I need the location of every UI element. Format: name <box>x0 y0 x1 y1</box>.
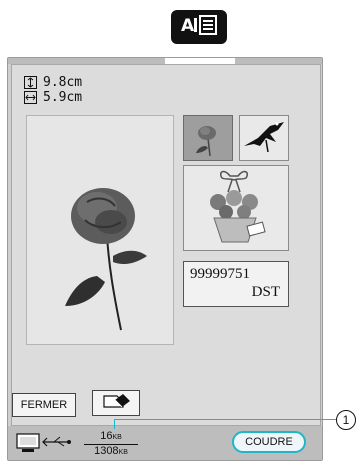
bird-thumbnail-icon <box>240 122 288 164</box>
file-info: 99999751 DST <box>183 261 289 307</box>
height-row: 9.8cm <box>24 75 82 90</box>
thumbnail-rose[interactable] <box>183 115 233 161</box>
callout-number: 1 <box>336 410 356 430</box>
callout-tick <box>114 419 115 429</box>
svg-text:A: A <box>181 16 195 36</box>
callout-line <box>114 419 336 420</box>
file-format: DST <box>251 284 280 300</box>
sew-button-label: COUDRE <box>245 436 293 448</box>
width-value: 5.9cm <box>43 90 83 105</box>
close-button-label: FERMER <box>20 399 68 411</box>
design-dimensions: 9.8cm 5.9cm <box>24 75 82 105</box>
vertical-size-icon <box>24 76 37 89</box>
rose-preview-icon <box>27 188 173 348</box>
close-button[interactable]: FERMER <box>12 393 76 417</box>
height-value: 9.8cm <box>43 75 83 90</box>
embroidery-edit-icon: A <box>179 14 219 40</box>
memory-used: 16KB <box>84 430 138 445</box>
design-preview <box>26 115 174 345</box>
device-screen: 9.8cm 5.9cm 99999751 DST FERMER 16KB 130… <box>7 57 323 461</box>
thumbnail-bird[interactable] <box>239 115 289 161</box>
status-bar: 16KB 1308KB COUDRE <box>8 426 322 460</box>
width-row: 5.9cm <box>24 90 82 105</box>
eraser-icon <box>101 392 131 415</box>
computer-usb-icon <box>16 432 76 458</box>
embroidery-edit-tab[interactable]: A <box>171 10 227 44</box>
sew-button[interactable]: COUDRE <box>232 431 306 453</box>
design-panel: 9.8cm 5.9cm 99999751 DST FERMER <box>11 64 321 426</box>
horizontal-size-icon <box>24 91 37 104</box>
thumbnail-flower-bouquet[interactable] <box>183 165 289 251</box>
delete-button[interactable] <box>92 390 140 416</box>
flower-bouquet-thumbnail-icon <box>184 170 288 254</box>
memory-usage: 16KB 1308KB <box>84 430 138 459</box>
file-number: 99999751 <box>190 266 250 282</box>
memory-total: 1308KB <box>94 445 128 457</box>
rose-thumbnail-icon <box>184 126 232 164</box>
